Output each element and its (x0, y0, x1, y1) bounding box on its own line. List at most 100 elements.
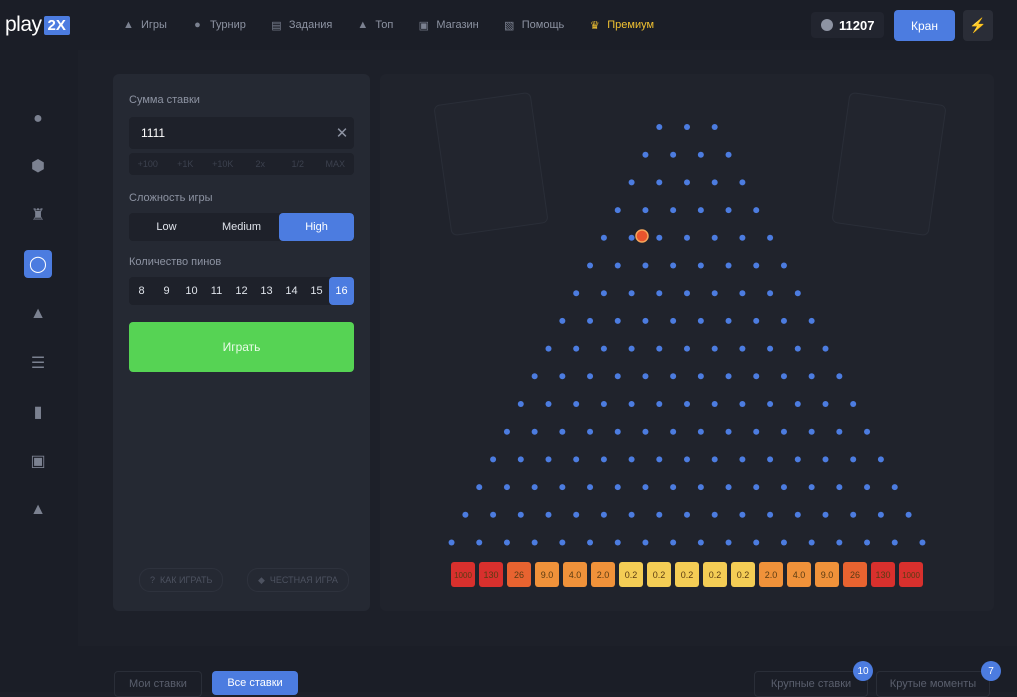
plinko-pin (656, 456, 663, 463)
plinko-pin (739, 179, 746, 186)
plinko-pin (836, 484, 843, 491)
bet-amount-input[interactable] (129, 117, 354, 149)
nav-label: Помощь (521, 19, 565, 31)
plinko-pin (767, 234, 774, 241)
quick-bet-button[interactable]: 1/2 (279, 153, 317, 175)
plinko-pin (684, 456, 690, 463)
plinko-pin (725, 317, 732, 324)
pins-selector: 8 9 10 11 12 13 14 15 16 (129, 277, 354, 305)
plinko-pin (642, 539, 649, 546)
difficulty-label: Сложность игры (129, 192, 213, 204)
plinko-pin (711, 456, 718, 463)
plinko-pin (614, 428, 621, 435)
bolt-icon[interactable]: ⚡ (963, 10, 993, 41)
plinko-pin (587, 262, 594, 269)
crash-icon[interactable]: ▲ (24, 300, 52, 328)
plinko-pin (711, 290, 718, 297)
ladder-icon[interactable]: ☰ (24, 349, 52, 377)
plinko-pin (614, 484, 621, 491)
pins-option[interactable]: 15 (304, 277, 329, 305)
slot-x50-icon[interactable]: ▣ (24, 447, 52, 475)
pins-option[interactable]: 8 (129, 277, 154, 305)
nav-help[interactable]: ▧ Помощь (503, 19, 565, 32)
plinko-pin (573, 456, 580, 463)
pins-option[interactable]: 14 (279, 277, 304, 305)
plinko-pin (462, 511, 469, 518)
difficulty-low-button[interactable]: Low (129, 213, 204, 241)
pins-option[interactable]: 13 (254, 277, 279, 305)
tab-cool-moments[interactable]: Крутые моменты (876, 671, 990, 697)
multiplier-label: 0.2 (653, 570, 666, 580)
tower-icon[interactable]: ♜ (24, 201, 52, 229)
quick-bet-button[interactable]: +10K (204, 153, 242, 175)
pins-option[interactable]: 11 (204, 277, 229, 305)
plinko-pin (725, 207, 732, 214)
difficulty-medium-button[interactable]: Medium (204, 213, 279, 241)
pins-option[interactable]: 12 (229, 277, 254, 305)
plinko-pin (476, 484, 483, 491)
how-to-play-button[interactable]: ? КАК ИГРАТЬ (139, 568, 224, 592)
plinko-pin (836, 539, 843, 546)
pins-option[interactable]: 9 (154, 277, 179, 305)
plinko-icon[interactable]: ◯ (24, 250, 52, 278)
coin-icon (821, 19, 833, 31)
help-icon: ▧ (504, 19, 515, 32)
question-icon: ? (150, 575, 156, 585)
plinko-pin (725, 539, 732, 546)
pins-option[interactable]: 10 (179, 277, 204, 305)
plinko-pin (545, 401, 552, 407)
tab-big-bets[interactable]: Крупные ставки (754, 671, 868, 697)
plinko-pin (864, 539, 871, 546)
plinko-pin (642, 207, 649, 214)
nav-shop[interactable]: ▣ Магазин (417, 19, 479, 32)
nav-top[interactable]: ▲ Топ (356, 19, 393, 32)
logo[interactable]: play 2X (5, 13, 70, 37)
nav-tournament[interactable]: ● Турнир (191, 19, 246, 32)
nav-label: Задания (288, 19, 333, 31)
plinko-pin (794, 456, 801, 463)
plinko-pin (587, 317, 594, 324)
quick-bet-button[interactable]: 2x (242, 153, 280, 175)
plinko-pin (684, 124, 690, 130)
pins-option-selected[interactable]: 16 (329, 277, 354, 305)
clear-icon[interactable]: ✕ (333, 123, 351, 143)
plinko-pin (850, 456, 857, 463)
gamepad-icon: ▲ (123, 19, 134, 31)
dice-icon[interactable]: ⬢ (24, 152, 52, 180)
coinflip-icon[interactable]: ▲ (24, 496, 52, 524)
plinko-pin (559, 428, 566, 435)
quick-bet-button[interactable]: +1K (167, 153, 205, 175)
play-button[interactable]: Играть (129, 322, 354, 372)
tab-my-bets[interactable]: Мои ставки (114, 671, 202, 697)
plinko-pin (808, 428, 815, 435)
plinko-pin (850, 401, 857, 407)
nav-games[interactable]: ▲ Игры (122, 19, 167, 32)
chart-bars-icon[interactable]: ▮ (24, 398, 52, 426)
multiplier-label: 1000 (454, 571, 472, 580)
plinko-pin (531, 539, 538, 546)
plinko-pin (684, 179, 690, 186)
bet-amount-label: Сумма ставки (129, 94, 200, 106)
nav-premium[interactable]: ♛ Премиум (588, 19, 654, 32)
plinko-pin (628, 456, 635, 463)
plinko-pin (545, 456, 552, 463)
difficulty-high-button[interactable]: High (279, 213, 354, 241)
nav-label: Премиум (607, 19, 655, 31)
fair-game-button[interactable]: ◆ ЧЕСТНАЯ ИГРА (247, 568, 349, 592)
nav-label: Турнир (209, 19, 246, 31)
quick-bet-button[interactable]: MAX (317, 153, 355, 175)
tab-all-bets[interactable]: Все ставки (212, 671, 298, 695)
plinko-pin (684, 401, 690, 407)
kran-button[interactable]: Кран (894, 10, 955, 41)
nav-tasks[interactable]: ▤ Задания (270, 19, 332, 32)
bomb-icon[interactable]: ● (24, 105, 52, 133)
plinko-pin (670, 151, 677, 158)
plinko-pin (656, 179, 663, 186)
plinko-pin (697, 151, 704, 158)
plinko-pin (697, 373, 704, 380)
multiplier-label: 1000 (902, 571, 920, 580)
quick-bet-button[interactable]: +100 (129, 153, 167, 175)
plinko-pin (808, 317, 815, 324)
game-sidebar: ● ⬢ ♜ ◯ ▲ ☰ ▮ ▣ ▲ (0, 50, 78, 692)
balance-value: 11207 (839, 17, 875, 33)
